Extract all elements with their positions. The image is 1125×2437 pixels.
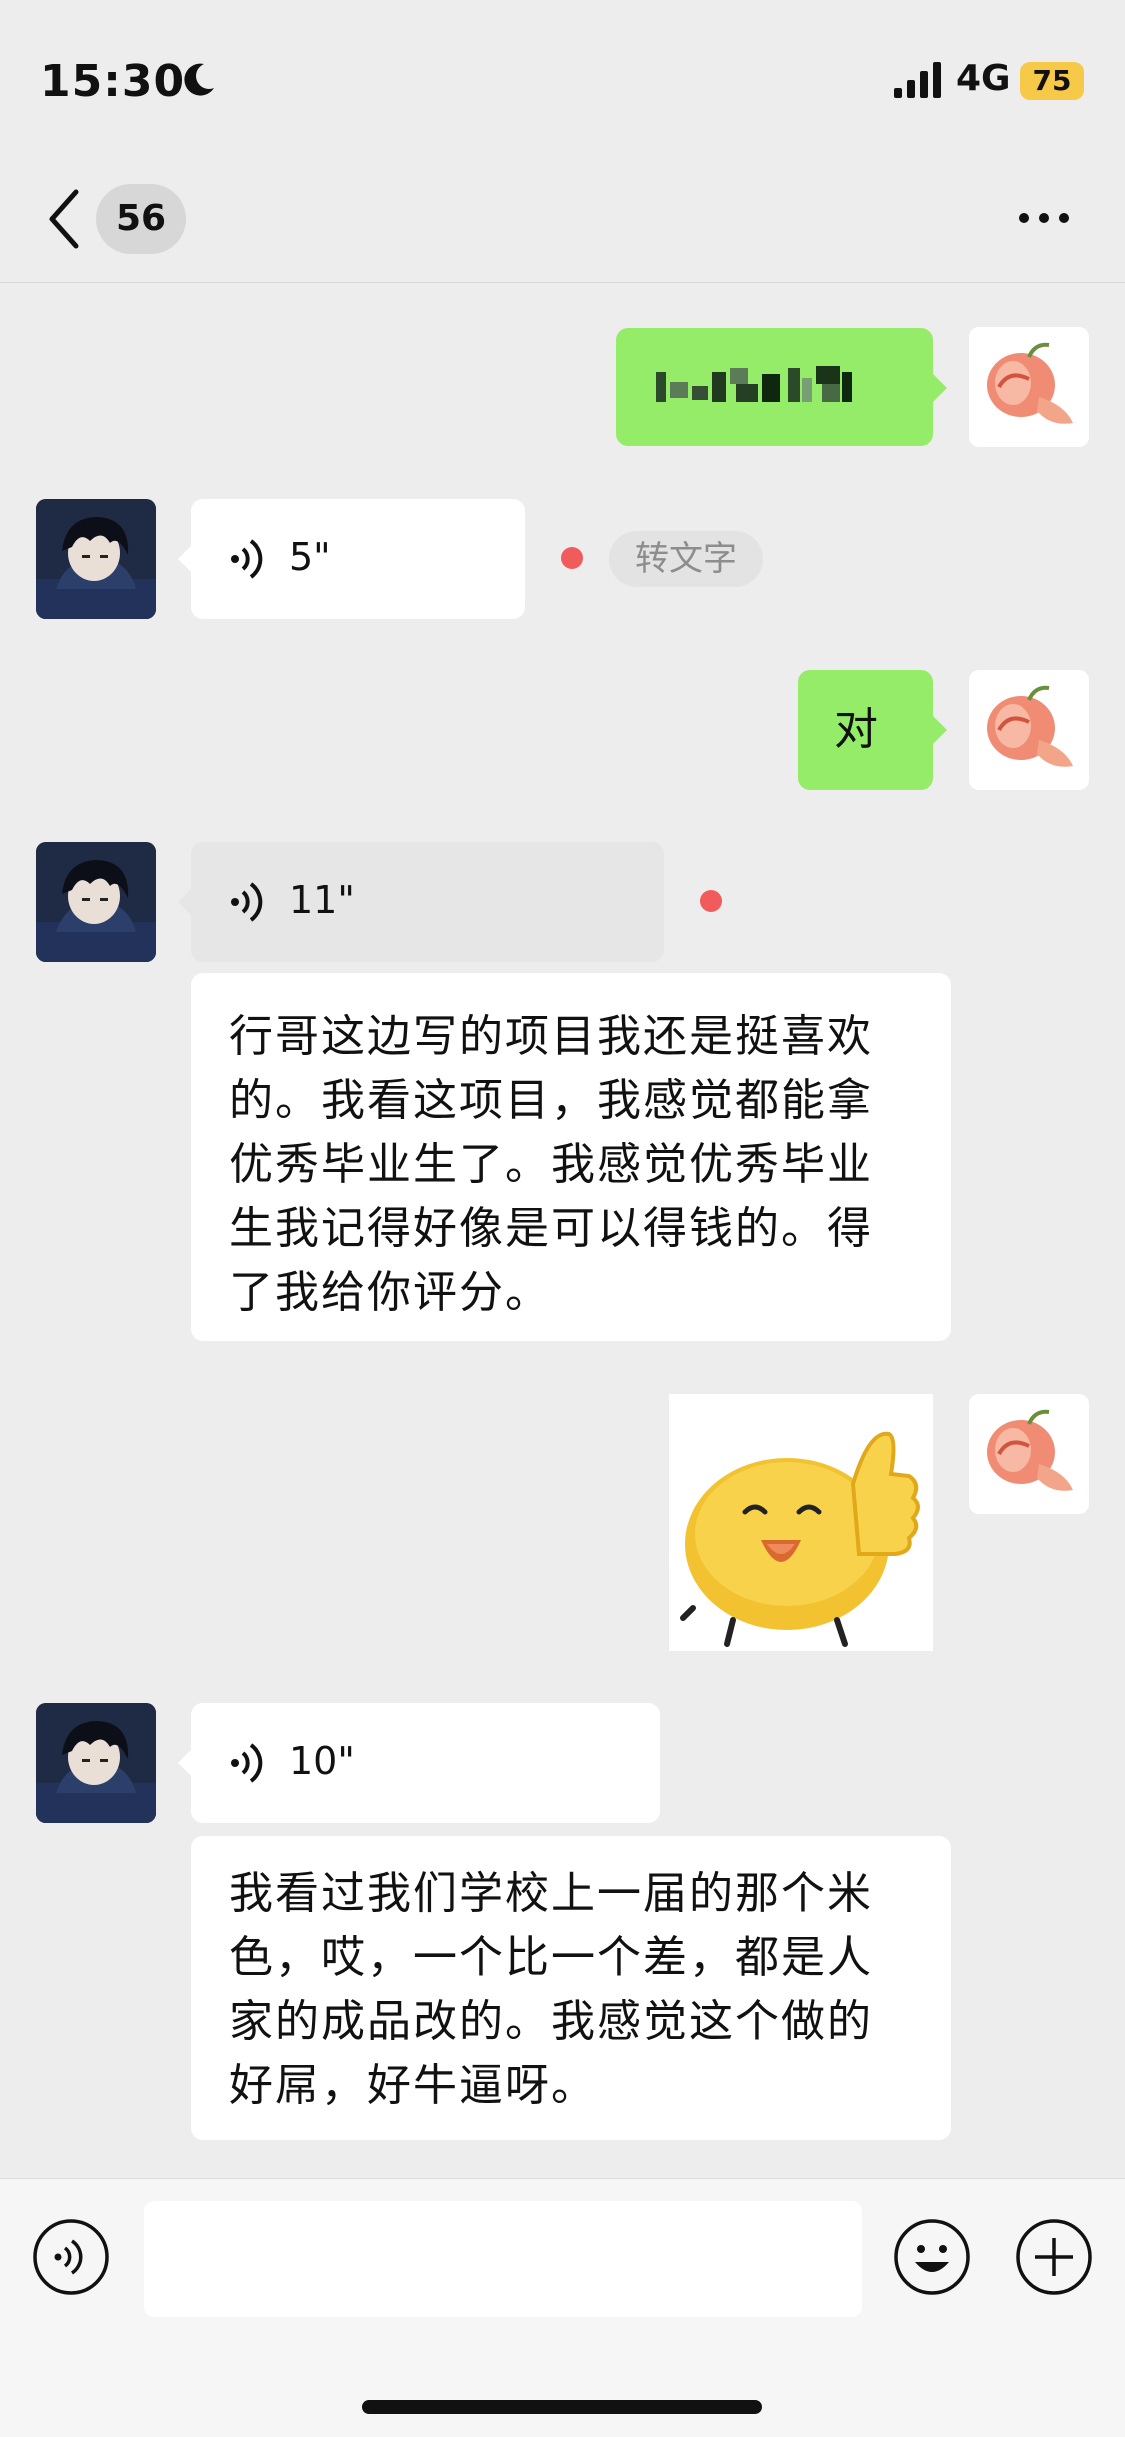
status-time: 15:30 xyxy=(40,56,186,107)
sent-text-bubble[interactable]: 对 xyxy=(798,670,933,790)
transcript-line: 了我给你评分。 xyxy=(229,1267,551,1318)
network-type: 4G xyxy=(956,58,1011,99)
my-avatar[interactable] xyxy=(969,327,1089,447)
transcript-line: 家的成品改的。我感觉这个做的 xyxy=(229,1996,873,2047)
unread-dot xyxy=(700,890,722,912)
transcript-line: 我看过我们学校上一届的那个米 xyxy=(229,1868,873,1919)
unread-count-badge[interactable]: 56 xyxy=(96,184,186,254)
voice-transcript-bubble[interactable]: 行哥这边写的项目我还是挺喜欢 的。我看这项目，我感觉都能拿 优秀毕业生了。我感觉… xyxy=(191,973,951,1341)
voice-duration: 10" xyxy=(289,1739,355,1783)
voice-message-bubble[interactable]: 5" xyxy=(191,499,525,619)
battery-indicator: 75 xyxy=(1020,62,1084,100)
voice-duration: 5" xyxy=(289,535,331,579)
home-indicator[interactable] xyxy=(362,2400,762,2414)
anime-avatar-image xyxy=(36,1703,156,1823)
anime-avatar-image xyxy=(36,842,156,962)
bubble-tail xyxy=(178,888,192,916)
plus-icon[interactable] xyxy=(1015,2218,1093,2296)
unread-dot xyxy=(561,547,583,569)
sent-text-bubble[interactable] xyxy=(616,328,933,446)
voice-wave-icon xyxy=(231,1743,263,1783)
peach-icon xyxy=(987,685,1073,767)
voice-wave-icon xyxy=(231,539,263,579)
bubble-tail xyxy=(178,1749,192,1777)
bubble-tail xyxy=(933,374,947,402)
voice-duration: 11" xyxy=(289,878,355,922)
convert-to-text-button[interactable]: 转文字 xyxy=(609,531,763,587)
bubble-tail xyxy=(933,716,947,744)
message-text: 对 xyxy=(834,704,880,755)
transcript-line: 的。我看这项目，我感觉都能拿 xyxy=(229,1075,873,1126)
voice-message-bubble[interactable]: 10" xyxy=(191,1703,660,1823)
chat-header: 56 xyxy=(0,160,1125,283)
signal-icon xyxy=(894,62,941,98)
voice-message-bubble[interactable]: 11" xyxy=(191,842,664,962)
pixelated-content xyxy=(656,366,852,402)
contact-avatar[interactable] xyxy=(36,1703,156,1823)
transcript-line: 好屌，好牛逼呀。 xyxy=(229,2060,597,2111)
transcript-line: 生我记得好像是可以得钱的。得 xyxy=(229,1203,873,1254)
peach-icon xyxy=(987,1409,1073,1491)
anime-avatar-image xyxy=(36,499,156,619)
bubble-tail xyxy=(178,545,192,573)
thumbs-up-sticker xyxy=(680,1431,920,1647)
contact-avatar[interactable] xyxy=(36,842,156,962)
transcript-line: 行哥这边写的项目我还是挺喜欢 xyxy=(229,1011,873,1062)
transcript-line: 色，哎，一个比一个差，都是人 xyxy=(229,1932,873,1983)
ellipsis-icon[interactable] xyxy=(1016,204,1072,232)
my-avatar[interactable] xyxy=(969,1394,1089,1514)
status-bar: 15:30 4G 75 xyxy=(0,0,1125,160)
emoji-icon[interactable] xyxy=(893,2218,971,2296)
voice-wave-icon xyxy=(231,882,263,922)
voice-icon[interactable] xyxy=(32,2218,110,2296)
chevron-left-icon[interactable] xyxy=(44,186,84,252)
input-bar xyxy=(0,2178,1125,2437)
my-avatar[interactable] xyxy=(969,670,1089,790)
voice-transcript-bubble[interactable]: 我看过我们学校上一届的那个米 色，哎，一个比一个差，都是人 家的成品改的。我感觉… xyxy=(191,1836,951,2140)
peach-icon xyxy=(987,342,1073,424)
sticker-message[interactable] xyxy=(669,1394,933,1651)
moon-icon xyxy=(184,63,214,96)
contact-avatar[interactable] xyxy=(36,499,156,619)
message-input[interactable] xyxy=(144,2201,862,2317)
transcript-line: 优秀毕业生了。我感觉优秀毕业 xyxy=(229,1139,873,1190)
